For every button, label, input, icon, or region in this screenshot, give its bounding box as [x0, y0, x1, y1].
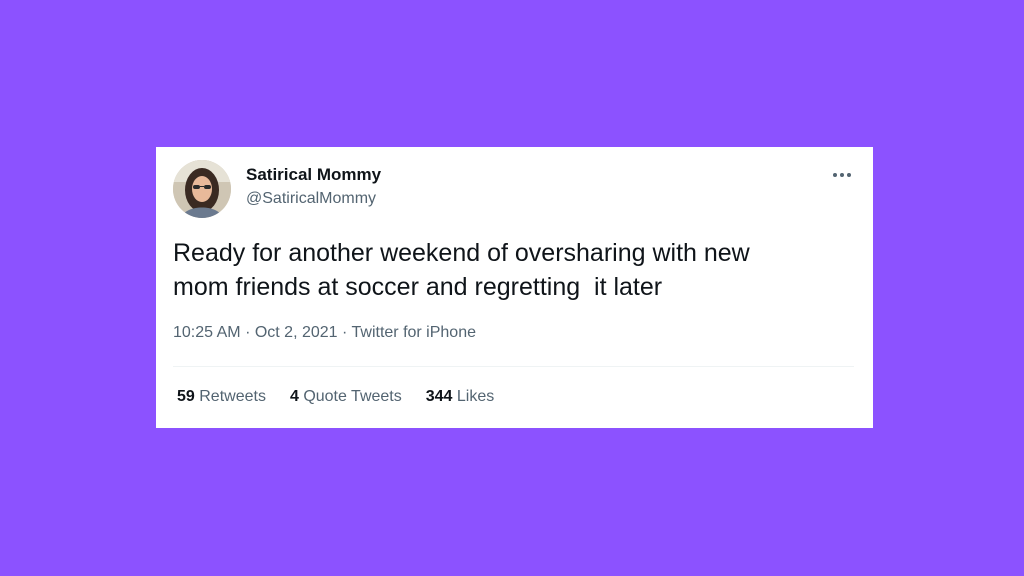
more-options-icon[interactable] — [828, 165, 856, 185]
author-name[interactable]: Satirical Mommy — [246, 165, 381, 185]
retweets-label: Retweets — [199, 388, 266, 405]
divider — [173, 366, 854, 367]
likes-stat[interactable]: 344 Likes — [426, 388, 495, 406]
tweet-text: Ready for another weekend of oversharing… — [173, 239, 750, 301]
meta-separator: · — [245, 324, 255, 341]
author-handle[interactable]: @SatiricalMommy — [246, 190, 376, 208]
tweet-source[interactable]: Twitter for iPhone — [352, 324, 477, 341]
page-background: Satirical Mommy @SatiricalMommy Ready fo… — [0, 0, 1024, 576]
quote-tweets-stat[interactable]: 4 Quote Tweets — [290, 388, 402, 406]
more-dot — [847, 173, 851, 177]
more-dot — [833, 173, 837, 177]
tweet-date[interactable]: Oct 2, 2021 — [255, 324, 338, 341]
meta-separator: · — [342, 324, 352, 341]
retweets-stat[interactable]: 59 Retweets — [177, 388, 266, 406]
likes-count: 344 — [425, 388, 453, 405]
tweet-stats: 59 Retweets 4 Quote Tweets 344 Likes — [177, 388, 494, 406]
avatar[interactable] — [173, 160, 231, 218]
quote-tweets-label: Quote Tweets — [303, 388, 402, 405]
tweet-time[interactable]: 10:25 AM — [173, 324, 241, 341]
profile-photo-icon — [173, 160, 231, 218]
tweet-meta: 10:25 AM · Oct 2, 2021 · Twitter for iPh… — [173, 324, 476, 342]
more-dot — [840, 173, 844, 177]
tweet-card: Satirical Mommy @SatiricalMommy Ready fo… — [156, 147, 873, 428]
likes-label: Likes — [456, 388, 495, 405]
retweets-count: 59 — [177, 388, 195, 405]
quote-tweets-count: 4 — [289, 388, 299, 405]
